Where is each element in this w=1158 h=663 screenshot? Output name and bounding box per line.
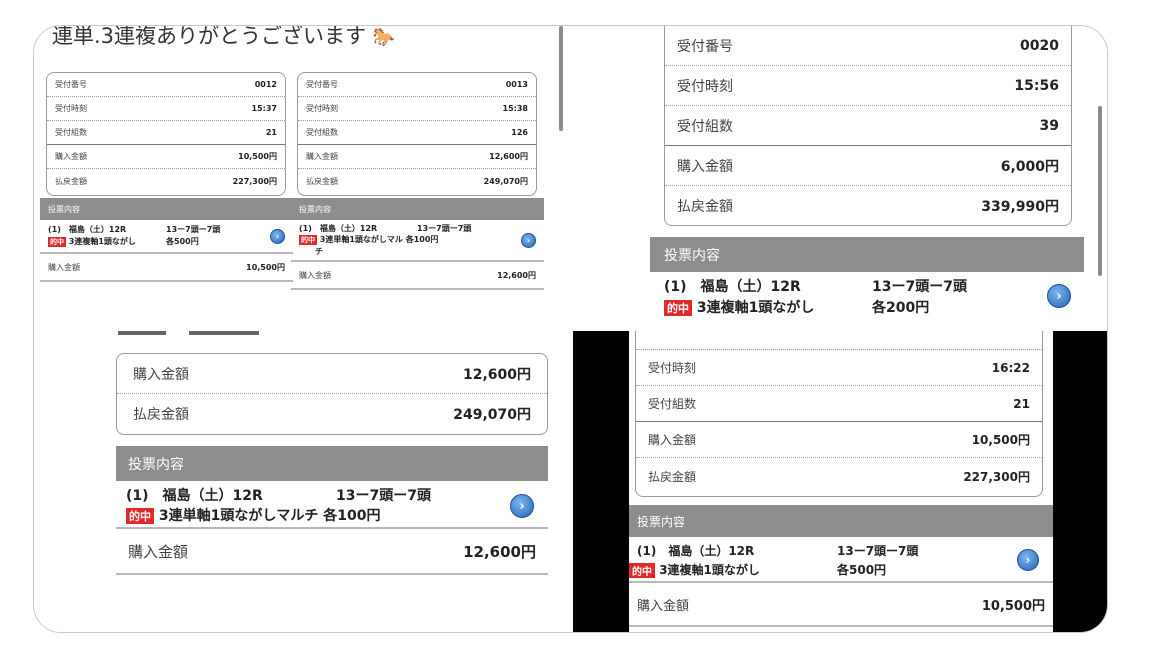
bet-type: 3連複軸1頭ながし [659, 563, 760, 577]
cropped-heading [118, 331, 278, 335]
bet-formation: 13ー7頭ー7頭 [417, 224, 472, 233]
section-header: 投票内容 [650, 237, 1084, 272]
hit-badge: 的中 [664, 300, 692, 316]
bet-detail-row[interactable]: (1) 福島（土）12R 13ー7頭ー7頭 的中 3連複軸1頭ながし 各500円… [629, 537, 1053, 583]
chevron-right-circle-icon[interactable]: › [1047, 284, 1071, 308]
row-payout-amount: 払戻金額 339,990円 [677, 199, 1059, 215]
row-receipt-time: 受付時刻 15:38 [298, 97, 536, 121]
scrollbar[interactable] [1098, 106, 1102, 276]
bet-formation: 13ー7頭ー7頭 [837, 544, 919, 558]
total-purchase-row: 購入金額 12,600円 [291, 262, 544, 290]
bet-type-line: 的中 3連複軸1頭ながし [48, 236, 136, 247]
heading-text: 連単.3連複ありがとうございます [52, 26, 367, 48]
bet-detail-row[interactable]: (1) 福島（土）12R 13ー7頭ー7頭 的中 3連単軸1頭ながしマル 各10… [291, 220, 544, 262]
panel-top-left: 連単.3連複ありがとうございます 🐎 受付番号 0012 受付時刻 15:37 受付… [34, 26, 565, 326]
total-purchase-row: 購入金額 12,600円 [116, 529, 548, 575]
section-header: 投票内容 [629, 505, 1053, 537]
total-purchase-row: 購入金額 10,500円 [629, 583, 1053, 627]
section-header: 投票内容 [291, 198, 544, 220]
row-receipt-combos: 受付組数 39 [665, 106, 1071, 146]
row-receipt-time: 受付時刻 16:22 [636, 350, 1042, 386]
hit-badge: 的中 [48, 236, 66, 247]
section-header: 投票内容 [116, 446, 548, 481]
row-payout-amount: 払戻金額 249,070円 [133, 407, 531, 423]
section-header: 投票内容 [40, 198, 293, 220]
panel-top-right: 受付番号 0020 受付時刻 15:56 受付組数 39 購入金額 6,000円 払戻金… [650, 26, 1107, 331]
bet-race: (1) 福島（土）12R [299, 224, 378, 233]
bet-type-wrap: チ [315, 247, 323, 256]
bet-type: 3連単軸1頭ながしマルチ 各100円 [158, 508, 381, 524]
bet-type-line: 的中 3連単軸1頭ながしマルチ 各100円 [126, 505, 380, 525]
row-receipt-no: 受付番号 0013 [298, 73, 536, 97]
bet-race: (1) 福島（土）12R [637, 544, 755, 558]
row-purchase-amount: 購入金額 12,600円 [117, 354, 547, 394]
row-payout-amount: 払戻金額 227,300円 [648, 469, 1030, 484]
bet-type-line: 的中 3連単軸1頭ながしマル 各100円 [299, 234, 438, 245]
bet-unit: 各500円 [837, 563, 887, 577]
row-receipt-no: 受付番号 0020 [665, 26, 1071, 66]
bet-detail-row[interactable]: (1) 福島（土）12R 13ー7頭ー7頭 的中 3連複軸1頭ながし 各500円… [40, 220, 293, 254]
bet-type-line: 的中 3連複軸1頭ながし [629, 561, 760, 578]
bet-race: (1) 福島（土）12R [126, 488, 263, 504]
hit-badge: 的中 [629, 563, 655, 578]
row-receipt-time: 受付時刻 15:37 [47, 97, 285, 121]
row-payout-amount: 払戻金額 249,070円 [306, 176, 528, 186]
page-heading: 連単.3連複ありがとうございます 🐎 [52, 26, 395, 50]
phone-screen: 受付時刻 16:22 受付組数 21 購入金額 10,500円 払戻金額 227,300… [629, 331, 1053, 632]
receipt-card-0012: 受付番号 0012 受付時刻 15:37 受付組数 21 購入金額 10,500円 払戻… [46, 72, 286, 196]
bet-unit: 各500円 [166, 237, 199, 246]
hit-badge: 的中 [126, 508, 154, 524]
hit-badge: 的中 [299, 234, 317, 245]
scrollbar[interactable] [559, 26, 563, 131]
chevron-right-circle-icon[interactable]: › [270, 229, 285, 244]
bet-race: (1) 福島（土）12R [664, 279, 801, 295]
panel-bottom-left: 購入金額 12,600円 払戻金額 249,070円 投票内容 (1) 福島（土）1… [34, 331, 572, 632]
row-purchase-amount: 購入金額 10,500円 [636, 422, 1042, 458]
chevron-right-circle-icon[interactable]: › [521, 233, 536, 248]
bet-unit: 各200円 [872, 300, 930, 316]
receipt-card-bottom-right: 受付時刻 16:22 受付組数 21 購入金額 10,500円 払戻金額 227,300… [635, 331, 1043, 497]
receipt-card-0013: 受付番号 0013 受付時刻 15:38 受付組数 126 購入金額 12,600円 払… [297, 72, 537, 196]
row-purchase-amount: 購入金額 6,000円 [665, 146, 1071, 186]
receipt-card-0020: 受付番号 0020 受付時刻 15:56 受付組数 39 購入金額 6,000円 払戻金… [664, 26, 1072, 226]
bet-formation: 13ー7頭ー7頭 [166, 225, 221, 234]
bet-type: 3連単軸1頭ながしマル 各100円 [319, 235, 439, 244]
bet-detail-row[interactable]: (1) 福島（土）12R 13ー7頭ー7頭 的中 3連複軸1頭ながし 各200円… [650, 272, 1084, 320]
row-purchase-amount: 購入金額 12,600円 [298, 145, 536, 169]
bet-race: (1) 福島（土）12R [48, 225, 127, 234]
screenshot-collage: 連単.3連複ありがとうございます 🐎 受付番号 0012 受付時刻 15:37 受付… [33, 25, 1108, 633]
receipt-card-bottom-left: 購入金額 12,600円 払戻金額 249,070円 [116, 353, 548, 435]
row-cropped [636, 331, 1042, 350]
horse-emoji-icon: 🐎 [372, 27, 396, 48]
row-receipt-time: 受付時刻 15:56 [665, 66, 1071, 106]
total-purchase-row: 購入金額 10,500円 [40, 254, 293, 282]
bet-type-line: 的中 3連複軸1頭ながし [664, 297, 814, 317]
row-receipt-combos: 受付組数 126 [298, 121, 536, 145]
panel-bottom-right: 受付時刻 16:22 受付組数 21 購入金額 10,500円 払戻金額 227,300… [573, 331, 1107, 632]
bet-type: 3連複軸1頭ながし [68, 237, 136, 246]
row-receipt-no: 受付番号 0012 [47, 73, 285, 97]
chevron-right-circle-icon[interactable]: › [1017, 549, 1039, 571]
bet-detail-row[interactable]: (1) 福島（土）12R 13ー7頭ー7頭 的中 3連単軸1頭ながしマルチ 各1… [116, 481, 548, 529]
row-purchase-amount: 購入金額 10,500円 [47, 145, 285, 169]
row-receipt-combos: 受付組数 21 [47, 121, 285, 145]
chevron-right-circle-icon[interactable]: › [510, 494, 534, 518]
row-payout-amount: 払戻金額 227,300円 [55, 176, 277, 186]
bet-formation: 13ー7頭ー7頭 [336, 488, 431, 504]
bet-type: 3連複軸1頭ながし [696, 300, 815, 316]
bet-formation: 13ー7頭ー7頭 [872, 279, 967, 295]
row-receipt-combos: 受付組数 21 [636, 386, 1042, 422]
